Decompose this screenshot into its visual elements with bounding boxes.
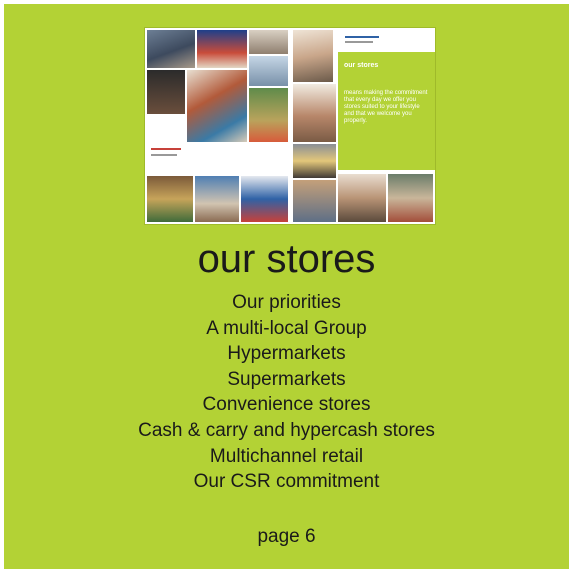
photo-family-cart: [187, 70, 247, 142]
caption-line: [151, 148, 181, 150]
photo-staff: [293, 180, 336, 222]
thumbnail-green-box: our stores means making the commitment t…: [338, 52, 435, 170]
green-page: our stores means making the commitment t…: [4, 4, 569, 569]
photo-storefront: [197, 30, 247, 68]
photo-man-portrait: [338, 174, 386, 222]
caption-line: [345, 36, 379, 38]
table-of-contents: Our priorities A multi-local Group Hyper…: [4, 290, 569, 495]
caption-line: [345, 41, 373, 43]
photo-woman-smiling: [293, 30, 333, 82]
photo-street: [249, 30, 288, 54]
toc-item-supermarkets[interactable]: Supermarkets: [4, 367, 569, 393]
toc-item-hypermarkets[interactable]: Hypermarkets: [4, 341, 569, 367]
photo-dark-shelf: [147, 70, 185, 114]
toc-item-csr-commitment[interactable]: Our CSR commitment: [4, 469, 569, 495]
photo-aisle: [249, 56, 288, 86]
toc-item-convenience-stores[interactable]: Convenience stores: [4, 392, 569, 418]
toc-item-multichannel-retail[interactable]: Multichannel retail: [4, 444, 569, 470]
magazine-spread-thumbnail: our stores means making the commitment t…: [145, 28, 435, 224]
photo-storefront-lit: [293, 144, 336, 178]
page-number: page 6: [257, 526, 316, 547]
thumbnail-box-text: means making the commitment that every d…: [344, 90, 428, 124]
page-title: our stores: [197, 237, 376, 281]
caption-line: [151, 154, 177, 156]
photo-signage: [241, 176, 288, 222]
photo-shoppers: [147, 30, 195, 68]
toc-item-priorities[interactable]: Our priorities: [4, 290, 569, 316]
photo-market: [147, 176, 193, 222]
toc-item-multi-local-group[interactable]: A multi-local Group: [4, 316, 569, 342]
spread-right-page: our stores means making the commitment t…: [290, 28, 435, 224]
toc-item-cash-and-carry[interactable]: Cash & carry and hypercash stores: [4, 418, 569, 444]
thumbnail-box-title: our stores: [344, 62, 379, 69]
photo-produce: [249, 88, 288, 142]
photo-bakery: [293, 84, 336, 142]
photo-checkout: [388, 174, 433, 222]
photo-customers: [195, 176, 239, 222]
spread-left-page: [145, 28, 290, 224]
